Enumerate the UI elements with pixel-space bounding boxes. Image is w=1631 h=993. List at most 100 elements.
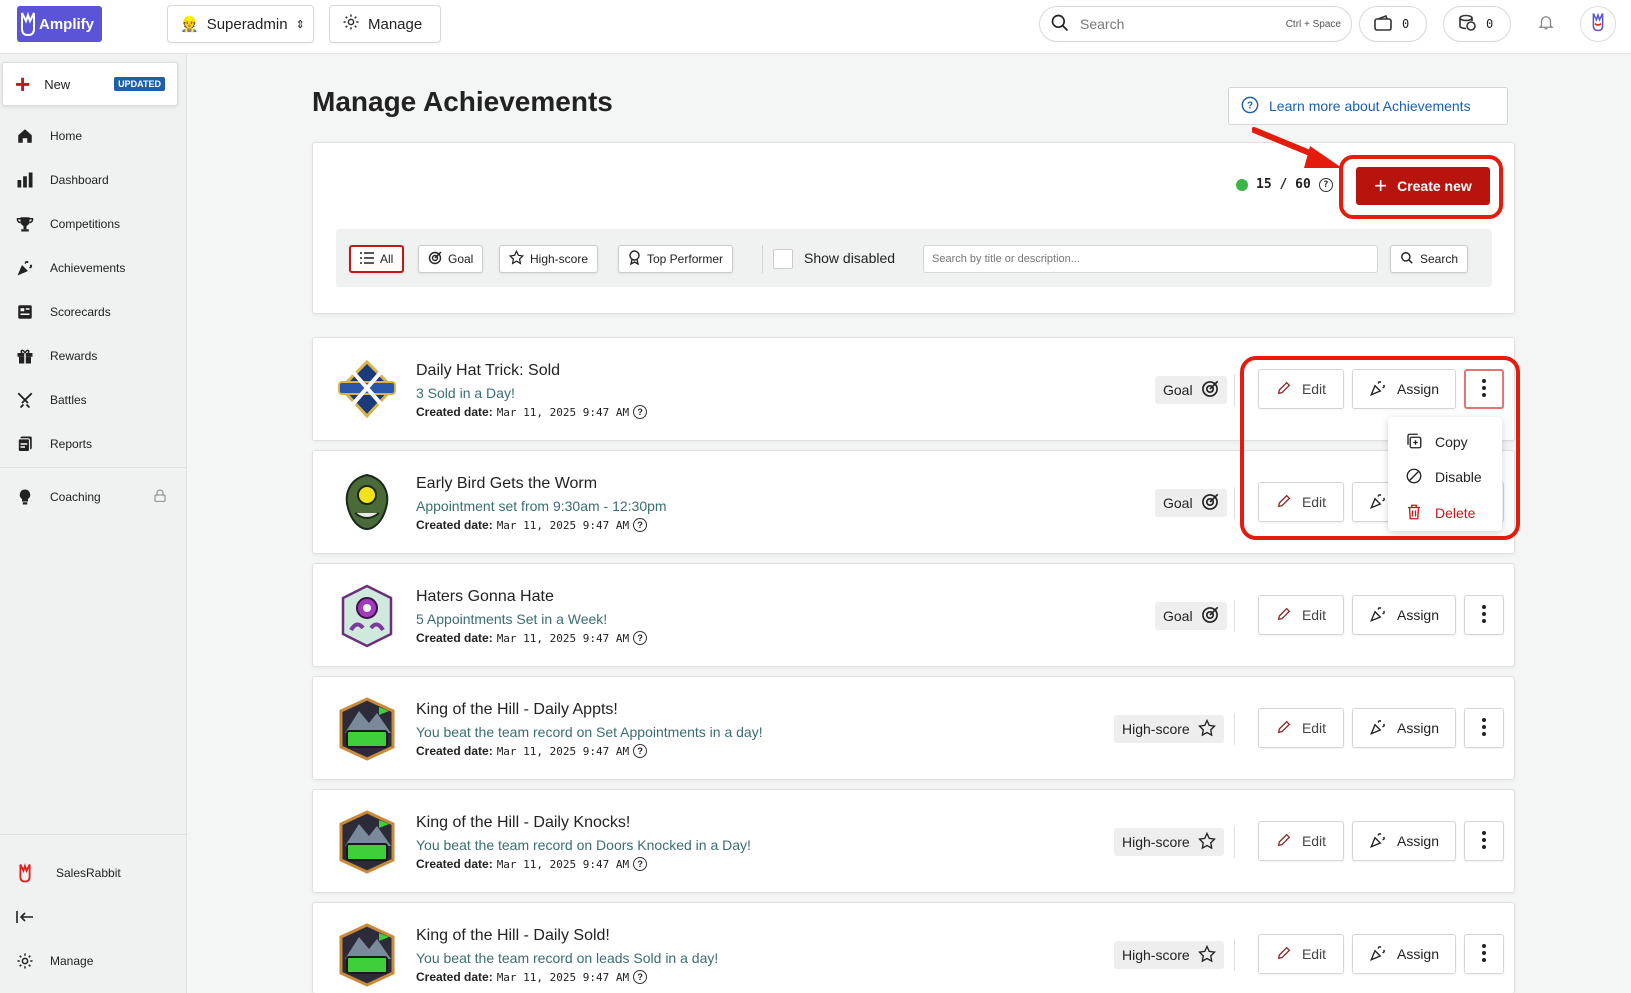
filter-high-score-label: High-score (530, 252, 589, 266)
search-shortcut: Ctrl + Space (1285, 18, 1341, 30)
plus-icon: + (15, 69, 31, 99)
more-options-button[interactable] (1464, 595, 1504, 635)
help-circle-icon[interactable]: ? (633, 744, 648, 758)
sidebar-divider (0, 834, 187, 835)
sidebar-item-competitions[interactable]: Competitions (0, 206, 186, 242)
page-title: Manage Achievements (312, 86, 613, 117)
pencil-icon (1276, 719, 1292, 738)
type-tag: Goal (1155, 376, 1227, 404)
list-icon (360, 251, 374, 267)
collapse-arrow-icon (16, 908, 34, 926)
more-options-button[interactable] (1464, 708, 1504, 748)
hat-trick-badge-icon (338, 359, 396, 419)
svg-text:?: ? (1247, 100, 1253, 111)
sidebar-item-achievements[interactable]: Achievements (0, 250, 186, 286)
help-circle-icon[interactable]: ? (633, 631, 648, 645)
show-disabled-checkbox[interactable] (773, 249, 793, 269)
target-icon (1201, 606, 1219, 627)
early-bird-badge-icon (345, 473, 389, 531)
row-divider (1234, 600, 1235, 632)
created-date-label: Created date: (416, 518, 493, 532)
sidebar-item-scorecards[interactable]: Scorecards (0, 294, 186, 330)
edit-button[interactable]: Edit (1258, 595, 1344, 635)
search-button-label: Search (1420, 252, 1459, 266)
learn-more-label: Learn more about Achievements (1269, 98, 1471, 114)
type-tag-label: Goal (1163, 608, 1193, 624)
type-tag-label: Goal (1163, 495, 1193, 511)
achievement-title: King of the Hill - Daily Sold! (416, 927, 610, 944)
wallet-counter[interactable]: 0 (1359, 6, 1427, 42)
manage-button[interactable]: Manage (329, 5, 441, 43)
sidebar-item-rewards[interactable]: Rewards (0, 338, 186, 374)
achievement-search-input[interactable]: Search by title or description... (923, 245, 1378, 273)
created-date: Created date: Mar 11, 2025 9:47 AM ? (416, 518, 648, 532)
updated-badge: UPDATED (114, 77, 165, 91)
help-circle-icon[interactable]: ? (633, 970, 648, 984)
edit-label: Edit (1301, 946, 1327, 962)
coins-count: 0 (1486, 17, 1494, 31)
role-selector[interactable]: 👷 Superadmin ⇕ (167, 5, 314, 43)
edit-button[interactable]: Edit (1258, 708, 1344, 748)
pencil-icon (1276, 832, 1292, 851)
more-options-button[interactable] (1464, 821, 1504, 861)
created-date-label: Created date: (416, 405, 493, 419)
user-avatar[interactable] (1580, 6, 1616, 42)
more-options-button[interactable] (1464, 934, 1504, 974)
new-button[interactable]: + New UPDATED (2, 62, 178, 106)
row-divider (1234, 487, 1235, 519)
help-circle-icon[interactable]: ? (633, 518, 648, 532)
coins-counter[interactable]: 0 (1443, 6, 1511, 42)
sidebar-item-org[interactable]: SalesRabbit (0, 855, 186, 891)
sidebar-item-label: Battles (50, 393, 87, 407)
search-button[interactable]: Search (1390, 245, 1469, 273)
assign-button[interactable]: Assign (1352, 821, 1456, 861)
created-date-value: Mar 11, 2025 9:47 AM (496, 970, 630, 984)
help-circle-icon[interactable]: ? (633, 405, 648, 419)
create-new-button[interactable]: + Create new (1356, 167, 1490, 205)
created-date: Created date: Mar 11, 2025 9:47 AM ? (416, 857, 648, 871)
sidebar-item-home[interactable]: Home (0, 118, 186, 154)
sidebar-item-label: Dashboard (50, 173, 109, 187)
filter-high-score[interactable]: High-score (499, 245, 599, 273)
filter-goal[interactable]: Goal (418, 245, 484, 273)
help-circle-icon[interactable]: ? (1318, 177, 1333, 192)
star-icon (1197, 944, 1216, 966)
global-search[interactable]: Search Ctrl + Space (1039, 6, 1352, 42)
help-circle-icon[interactable]: ? (633, 857, 648, 871)
achievement-description: Appointment set from 9:30am - 12:30pm (416, 498, 667, 514)
achievement-search-placeholder: Search by title or description... (932, 253, 1080, 265)
top-bar: Amplify 👷 Superadmin ⇕ Manage Search Ctr… (0, 0, 1631, 54)
amplify-logo[interactable]: Amplify (17, 6, 102, 42)
filter-top-performer[interactable]: Top Performer (618, 245, 734, 273)
type-tag: Goal (1155, 602, 1227, 630)
assign-button[interactable]: Assign (1352, 934, 1456, 974)
sidebar-item-battles[interactable]: Battles (0, 382, 186, 418)
sidebar-item-reports[interactable]: Reports (0, 426, 186, 462)
sidebar: + New UPDATED Home Dashboard Competition… (0, 54, 187, 993)
row-divider (1234, 374, 1235, 406)
created-date-value: Mar 11, 2025 9:47 AM (496, 744, 630, 758)
assign-button[interactable]: Assign (1352, 595, 1456, 635)
row-divider (1234, 713, 1235, 745)
learn-more-button[interactable]: ? Learn more about Achievements (1228, 87, 1508, 125)
sidebar-item-manage[interactable]: Manage (0, 943, 186, 979)
plus-icon: + (1374, 173, 1388, 198)
achievement-title: King of the Hill - Daily Appts! (416, 701, 618, 718)
achievement-quota: 15 / 60 ? (1236, 177, 1333, 192)
salesrabbit-logo-icon (16, 863, 34, 883)
assign-button[interactable]: Assign (1352, 708, 1456, 748)
filter-all[interactable]: All (349, 245, 405, 273)
notifications-button[interactable] (1528, 6, 1564, 42)
edit-button[interactable]: Edit (1258, 934, 1344, 974)
collapse-sidebar-button[interactable] (0, 899, 186, 935)
edit-button[interactable]: Edit (1258, 821, 1344, 861)
search-icon (1050, 13, 1070, 36)
kebab-menu-icon (1482, 604, 1486, 626)
confetti-icon (16, 259, 34, 277)
sidebar-item-coaching[interactable]: Coaching (0, 479, 186, 515)
filter-goal-label: Goal (448, 252, 474, 266)
gear-icon (16, 952, 34, 970)
row-divider (1234, 939, 1235, 971)
edit-label: Edit (1301, 607, 1327, 623)
sidebar-item-dashboard[interactable]: Dashboard (0, 162, 186, 198)
